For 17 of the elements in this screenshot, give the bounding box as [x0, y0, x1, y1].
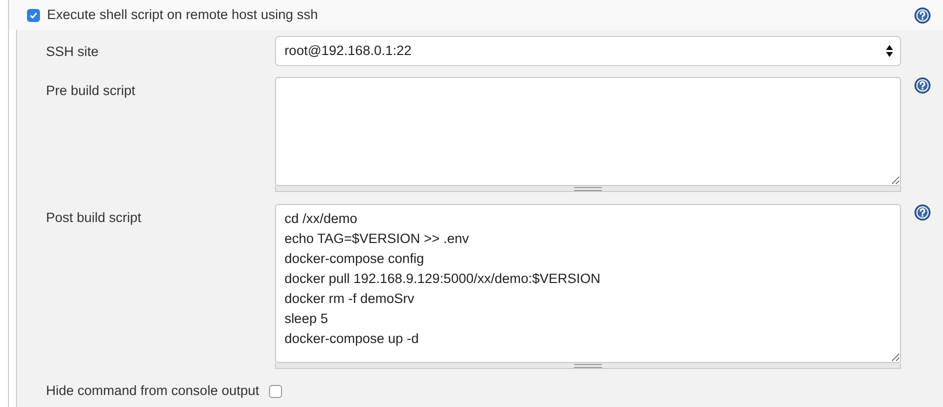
- checkbox[interactable]: [27, 8, 40, 22]
- help-icon[interactable]: [914, 77, 931, 94]
- field-label: Post build script: [46, 210, 142, 225]
- checkmark-icon: [28, 10, 39, 20]
- checkbox[interactable]: [269, 384, 282, 398]
- up-down-arrows-icon: [886, 45, 894, 57]
- help-icon[interactable]: [914, 7, 931, 24]
- script-field[interactable]: [275, 77, 902, 186]
- ssh-site-select[interactable]: root@192.168.0.1:22: [275, 36, 902, 66]
- help-icon[interactable]: [914, 204, 931, 221]
- script-field[interactable]: cd /xx/demo echo TAG=$VERSION >> .env docker-compose config docker pull 192.168.9.129:5000/xx/demo:$VERSION docker rm -f demoSrv sleep 5 docker-compose up -d: [275, 204, 902, 363]
- step-title: Execute shell script on remote host using ssh: [47, 6, 318, 24]
- resize-grip[interactable]: [275, 186, 902, 192]
- field-label: SSH site: [46, 44, 99, 59]
- field-label: Hide command from console output: [46, 382, 260, 400]
- resize-grip[interactable]: [275, 363, 902, 369]
- field-label: Pre build script: [46, 83, 136, 98]
